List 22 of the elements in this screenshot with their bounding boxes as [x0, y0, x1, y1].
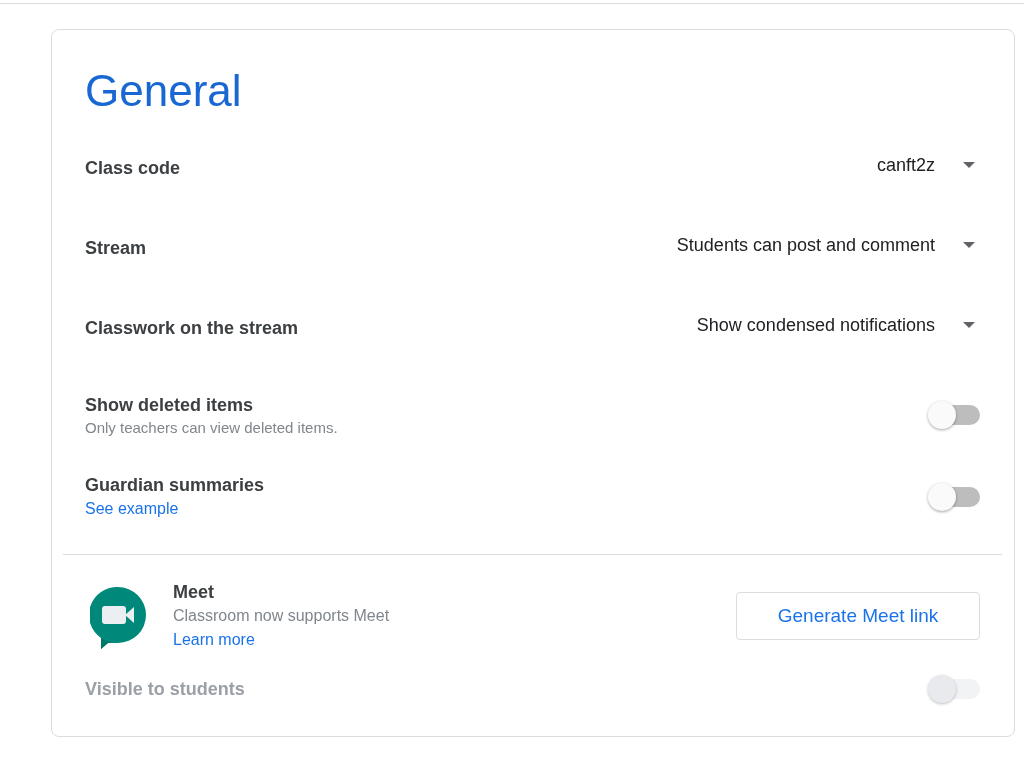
learn-more-link[interactable]: Learn more: [173, 628, 255, 652]
section-title: General: [85, 65, 242, 117]
see-example-link[interactable]: See example: [85, 497, 179, 521]
dropdown[interactable]: Show condensed notifications: [696, 313, 980, 337]
toggle-switch[interactable]: [928, 483, 980, 511]
caret-icon: [963, 322, 975, 328]
setting-label: Class code: [85, 157, 181, 180]
meet-title: Meet: [173, 581, 214, 604]
setting-label: Visible to students: [85, 678, 245, 701]
setting-label: Show deleted items: [85, 393, 254, 417]
dropdown[interactable]: Students can post and comment: [676, 233, 980, 257]
setting-label: Stream: [85, 237, 147, 260]
dropdown[interactable]: canft2z: [876, 153, 980, 177]
setting-description: Only teachers can view deleted items.: [85, 417, 338, 438]
meet-description: Classroom now supports Meet: [173, 606, 390, 626]
caret-icon: [963, 162, 975, 168]
caret-icon: [963, 242, 975, 248]
setting-label: Guardian summaries: [85, 474, 265, 497]
toggle-switch[interactable]: [928, 401, 980, 429]
generate-meet-link-button[interactable]: Generate Meet link: [736, 592, 980, 640]
setting-label: Classwork on the stream: [85, 317, 299, 340]
video-chat-bubble-icon: [90, 587, 146, 649]
